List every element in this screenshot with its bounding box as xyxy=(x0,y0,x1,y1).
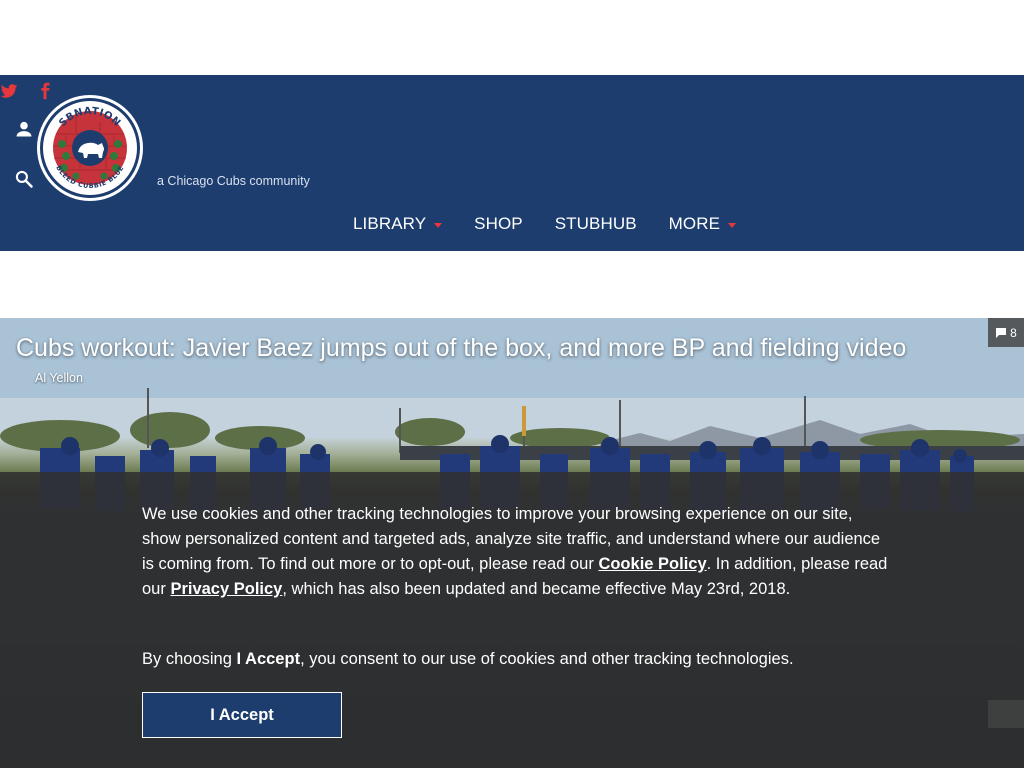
site-logo[interactable]: SBNATION BLEED CUBBIE BLUE xyxy=(36,94,144,202)
user-icon[interactable] xyxy=(14,119,34,139)
privacy-policy-link[interactable]: Privacy Policy xyxy=(170,580,282,598)
cookie-policy-link[interactable]: Cookie Policy xyxy=(598,555,706,573)
chevron-down-icon xyxy=(728,223,737,228)
nav-item-library[interactable]: LIBRARY xyxy=(353,214,443,234)
site-header: a Chicago Cubs community LIBRARY SHOP ST… xyxy=(0,75,1024,251)
consent-bold: I Accept xyxy=(236,650,301,668)
cookie-text-part: , which has also been updated and became… xyxy=(282,580,791,598)
nav-item-label: STUBHUB xyxy=(554,214,637,233)
accept-cookies-button[interactable]: I Accept xyxy=(142,692,342,738)
cookie-banner: We use cookies and other tracking techno… xyxy=(0,472,1024,768)
cookie-consent-text: By choosing I Accept, you consent to our… xyxy=(142,647,888,672)
cookie-notice-text: We use cookies and other tracking techno… xyxy=(142,502,888,602)
nav-item-shop[interactable]: SHOP xyxy=(474,214,523,234)
article-author[interactable]: Al Yellon xyxy=(35,371,83,385)
article-title[interactable]: Cubs workout: Javier Baez jumps out of t… xyxy=(16,334,906,363)
comment-icon xyxy=(996,327,1007,338)
nav-item-label: SHOP xyxy=(474,214,523,233)
comment-count-badge[interactable]: 8 xyxy=(988,318,1024,347)
main-nav: LIBRARY SHOP STUBHUB MORE xyxy=(353,214,737,234)
ad-slot xyxy=(0,0,1024,75)
nav-item-label: LIBRARY xyxy=(353,214,427,233)
page: a Chicago Cubs community LIBRARY SHOP ST… xyxy=(0,0,1024,768)
nav-item-stubhub[interactable]: STUBHUB xyxy=(555,214,637,234)
nav-item-more[interactable]: MORE xyxy=(668,214,737,234)
comment-count-badge-shadow xyxy=(988,700,1024,728)
twitter-icon[interactable] xyxy=(0,81,18,101)
search-icon[interactable] xyxy=(14,169,34,189)
comment-count: 8 xyxy=(1010,325,1017,340)
nav-item-label: MORE xyxy=(668,214,721,233)
site-tagline: a Chicago Cubs community xyxy=(157,174,310,188)
chevron-down-icon xyxy=(434,223,443,228)
consent-prefix: By choosing xyxy=(142,650,237,668)
consent-suffix: , you consent to our use of cookies and … xyxy=(300,650,794,668)
